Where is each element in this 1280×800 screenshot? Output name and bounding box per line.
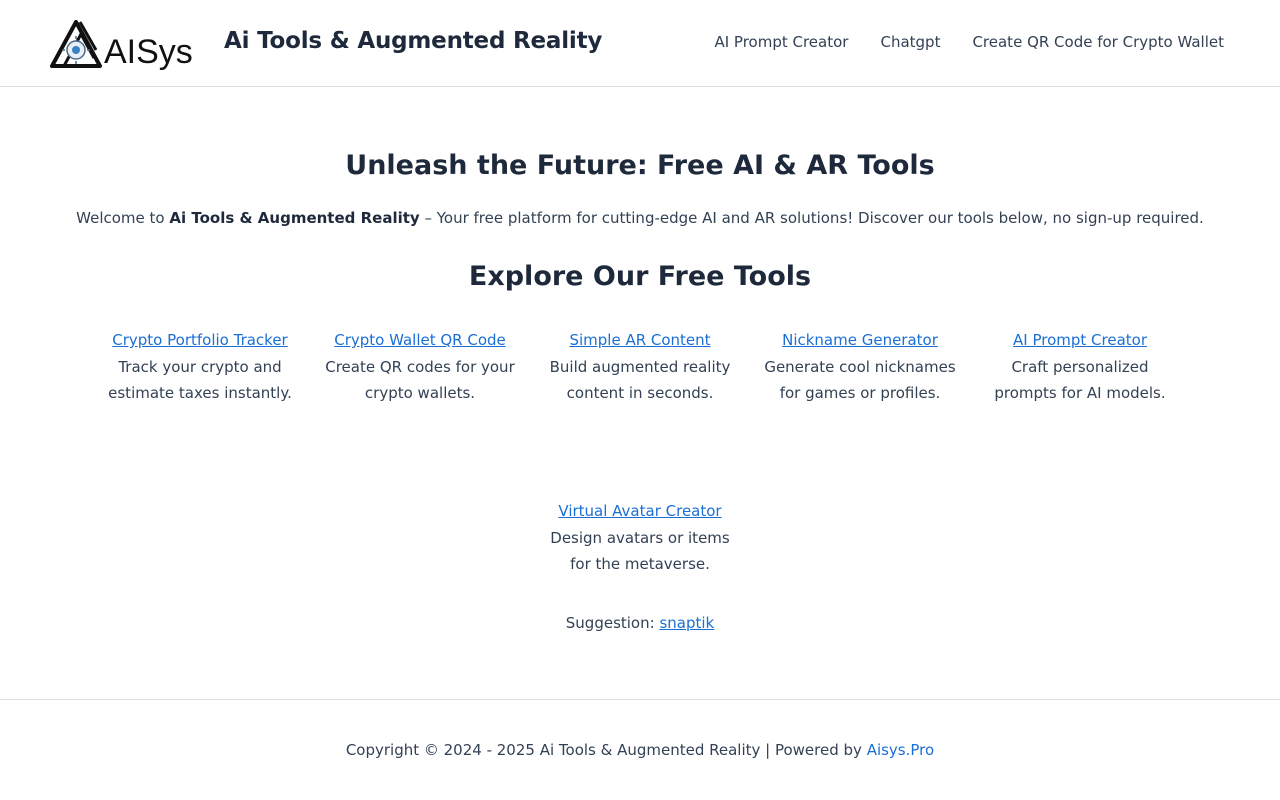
tool-link-crypto-portfolio-tracker[interactable]: Crypto Portfolio Tracker [112,331,287,349]
site-header: AISys Ai Tools & Augmented Reality AI Pr… [0,0,1280,87]
nav-create-qr-code-crypto-wallet[interactable]: Create QR Code for Crypto Wallet [972,33,1224,51]
tool-card-virtual-avatar-creator: Virtual Avatar Creator Design avatars or… [540,498,740,578]
tools-section-title: Explore Our Free Tools [468,261,812,292]
intro-suffix: – Your free platform for cutting-edge AI… [419,209,1204,227]
nav-ai-prompt-creator[interactable]: AI Prompt Creator [714,33,848,51]
intro-site-name: Ai Tools & Augmented Reality [169,209,420,227]
tool-link-ai-prompt-creator[interactable]: AI Prompt Creator [1013,331,1147,349]
suggestion-label: Suggestion: [565,614,660,632]
tool-description: Track your crypto and estimate taxes ins… [108,357,292,403]
tool-description: Create QR codes for your crypto wallets. [325,357,515,403]
tool-link-nickname-generator[interactable]: Nickname Generator [782,331,938,349]
site-footer: Copyright © 2024 - 2025 Ai Tools & Augme… [0,699,1280,800]
nav-chatgpt[interactable]: Chatgpt [880,33,940,51]
logo-text: AISys [104,33,193,70]
suggestion-link-snaptik[interactable]: snaptik [659,614,714,632]
tool-description: Build augmented reality content in secon… [549,357,731,403]
suggestion-line: Suggestion: snaptik [0,614,1280,632]
tool-description: Generate cool nicknames for games or pro… [764,357,956,403]
tool-card-ai-prompt-creator: AI Prompt Creator Craft personalized pro… [980,327,1180,407]
main-navigation: AI Prompt Creator Chatgpt Create QR Code… [714,33,1224,51]
copyright-label: Copyright © 2024 - 2025 Ai Tools & Augme… [345,741,867,759]
tool-card-crypto-portfolio-tracker: Crypto Portfolio Tracker Track your cryp… [100,327,300,407]
tool-card-crypto-wallet-qr-code: Crypto Wallet QR Code Create QR codes fo… [320,327,520,407]
page-title: Unleash the Future: Free AI & AR Tools [345,150,935,181]
tool-link-virtual-avatar-creator[interactable]: Virtual Avatar Creator [558,502,721,520]
tool-link-crypto-wallet-qr-code[interactable]: Crypto Wallet QR Code [334,331,506,349]
aisys-logo-icon: AISys [50,20,193,70]
tool-description: Design avatars or items for the metavers… [550,528,730,574]
site-logo-link[interactable]: AISys [50,18,206,70]
powered-by-link[interactable]: Aisys.Pro [867,741,935,759]
intro-paragraph: Welcome to Ai Tools & Augmented Reality … [0,209,1280,227]
copyright-text: Copyright © 2024 - 2025 Ai Tools & Augme… [0,741,1280,759]
site-title[interactable]: Ai Tools & Augmented Reality [224,28,602,54]
tool-card-simple-ar-content: Simple AR Content Build augmented realit… [540,327,740,407]
tool-description: Craft personalized prompts for AI models… [994,357,1166,403]
intro-prefix: Welcome to [76,209,170,227]
tool-card-nickname-generator: Nickname Generator Generate cool nicknam… [760,327,960,407]
tool-link-simple-ar-content[interactable]: Simple AR Content [569,331,710,349]
